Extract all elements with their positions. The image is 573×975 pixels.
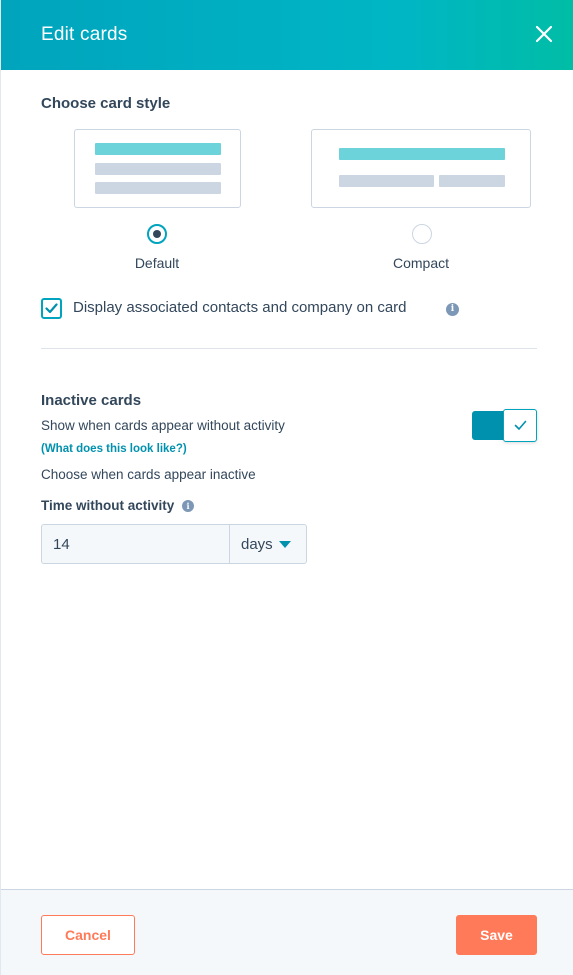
preview-line-bar [439, 175, 505, 187]
panel-header: Edit cards [1, 0, 573, 70]
compact-style-radio[interactable] [412, 224, 432, 244]
caret-down-icon [279, 541, 291, 548]
preview-line-bar [95, 163, 221, 175]
time-unit-label: days [241, 536, 273, 553]
save-button[interactable]: Save [456, 915, 537, 955]
toggle-knob [503, 409, 537, 442]
close-icon[interactable] [534, 24, 554, 44]
preview-line-bar [339, 175, 434, 187]
panel-title: Edit cards [41, 24, 128, 45]
default-card-preview[interactable] [74, 129, 241, 208]
info-icon[interactable]: i [182, 500, 194, 512]
display-associated-checkbox[interactable] [41, 298, 62, 319]
preview-line-bar [95, 182, 221, 194]
inactive-help-link[interactable]: (What does this look like?) [41, 443, 187, 455]
panel-footer: Cancel Save [1, 889, 573, 975]
time-without-activity-label: Time without activity [41, 498, 175, 513]
inactive-cards-toggle[interactable] [472, 409, 537, 442]
preview-title-bar [95, 143, 221, 155]
card-style-heading: Choose card style [41, 95, 171, 112]
edit-cards-panel: Edit cards Choose card style Default Com… [0, 0, 573, 975]
time-value-input[interactable] [41, 524, 230, 564]
default-style-label: Default [134, 255, 180, 271]
time-unit-select[interactable]: days [229, 524, 307, 564]
display-associated-label: Display associated contacts and company … [73, 299, 407, 316]
inactive-cards-description: Show when cards appear without activity [41, 418, 285, 433]
info-icon[interactable]: i [446, 303, 459, 316]
inactive-cards-heading: Inactive cards [41, 392, 142, 409]
section-divider [41, 348, 537, 349]
inactive-choose-text: Choose when cards appear inactive [41, 467, 256, 482]
default-style-radio[interactable] [147, 224, 167, 244]
cancel-button[interactable]: Cancel [41, 915, 135, 955]
compact-style-label: Compact [392, 255, 450, 271]
compact-card-preview[interactable] [311, 129, 531, 208]
preview-title-bar [339, 148, 505, 160]
